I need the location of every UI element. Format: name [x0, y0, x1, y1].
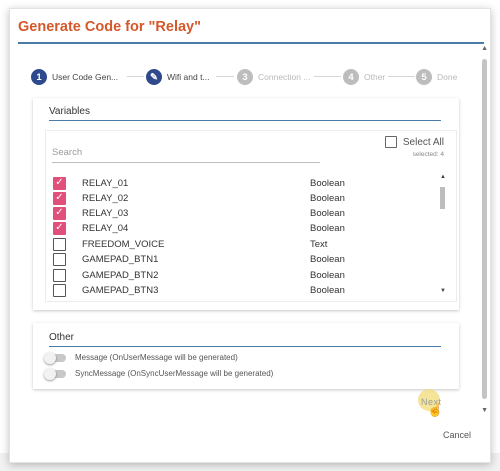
wizard-stepper: 1 User Code Gen... ✎ Wifi and t... 3 Con…: [23, 67, 463, 87]
variable-name: GAMEPAD_BTN1: [82, 254, 159, 265]
variable-row[interactable]: FREEDOM_VOICE Text: [53, 237, 433, 252]
toggle-track[interactable]: [44, 351, 66, 364]
variable-row[interactable]: GAMEPAD_BTN2 Boolean: [53, 268, 433, 283]
dialog-title: Generate Code for "Relay": [18, 19, 201, 35]
checkbox-icon[interactable]: [53, 253, 66, 266]
variable-row[interactable]: ✓ RELAY_03 Boolean: [53, 206, 433, 221]
checkbox-icon[interactable]: [53, 238, 66, 251]
dialog-scroll-down-icon[interactable]: ▼: [481, 407, 488, 414]
other-divider: [49, 346, 441, 347]
checked-checkbox-icon[interactable]: ✓: [53, 207, 66, 220]
variable-row[interactable]: ✓ RELAY_01 Boolean: [53, 176, 433, 191]
variables-scrollbar[interactable]: ▲ ▼: [439, 174, 446, 296]
variable-type: Boolean: [310, 208, 345, 219]
step-connection[interactable]: 3 Connection ...: [237, 67, 310, 87]
variable-type: Text: [310, 239, 328, 250]
variable-row[interactable]: ✓ RELAY_02 Boolean: [53, 191, 433, 206]
checkbox-icon: [384, 136, 397, 148]
step-connector: [314, 76, 341, 77]
variable-name: RELAY_03: [82, 208, 129, 219]
variable-row[interactable]: GAMEPAD_BTN1 Boolean: [53, 252, 433, 267]
variable-row[interactable]: GAMEPAD_BTN3 Boolean: [53, 283, 433, 298]
variables-section-title: Variables: [49, 106, 90, 117]
checkbox-icon[interactable]: [53, 284, 66, 297]
toggle-track[interactable]: [44, 367, 66, 380]
selected-count: selected: 4: [412, 151, 444, 158]
step-label: Connection ...: [258, 72, 311, 82]
step-done[interactable]: 5 Done: [416, 67, 457, 87]
variable-type: Boolean: [310, 270, 345, 281]
checked-checkbox-icon[interactable]: ✓: [53, 177, 66, 190]
toggle-knob[interactable]: [44, 367, 56, 380]
dialog-scrollbar-thumb[interactable]: [482, 59, 487, 399]
variable-type: Boolean: [310, 254, 345, 265]
search-input[interactable]: Search: [52, 147, 82, 158]
variable-row[interactable]: ✓ RELAY_04 Boolean: [53, 221, 433, 236]
step-label: User Code Gen...: [52, 72, 119, 82]
variables-panel: Search Select All selected: 4 ✓ RELAY_01…: [45, 130, 457, 302]
other-section-title: Other: [49, 332, 75, 343]
step-user-code[interactable]: 1 User Code Gen...: [31, 67, 118, 87]
step-connector: [127, 76, 144, 77]
message-toggle[interactable]: Message (OnUserMessage will be generated…: [44, 351, 238, 364]
step-label: Wifi and t...: [167, 72, 210, 82]
variables-divider: [49, 120, 441, 121]
variable-name: GAMEPAD_BTN2: [82, 270, 159, 281]
cancel-button[interactable]: Cancel: [443, 430, 471, 440]
checked-checkbox-icon[interactable]: ✓: [53, 222, 66, 235]
step-number-icon: 5: [416, 69, 432, 85]
step-wifi[interactable]: ✎ Wifi and t...: [146, 67, 210, 87]
variable-name: RELAY_04: [82, 223, 129, 234]
sync-message-toggle[interactable]: SyncMessage (OnSyncUserMessage will be g…: [44, 367, 274, 380]
toggle-label: SyncMessage (OnSyncUserMessage will be g…: [75, 369, 274, 378]
checked-checkbox-icon[interactable]: ✓: [53, 192, 66, 205]
variable-name: GAMEPAD_BTN3: [82, 285, 159, 296]
step-label: Other: [364, 72, 386, 82]
variable-name: RELAY_02: [82, 193, 129, 204]
title-divider: [18, 42, 484, 44]
step-number-icon: 1: [31, 69, 47, 85]
toggle-label: Message (OnUserMessage will be generated…: [75, 353, 238, 362]
step-label: Done: [437, 72, 458, 82]
variables-scrollbar-thumb[interactable]: [440, 187, 445, 209]
step-number-icon: 4: [343, 69, 359, 85]
select-all-label: Select All: [402, 136, 444, 148]
variable-type: Boolean: [310, 285, 345, 296]
variable-type: Boolean: [310, 223, 345, 234]
variable-type: Boolean: [310, 178, 345, 189]
step-connector: [388, 76, 415, 77]
step-number-icon: 3: [237, 69, 253, 85]
variable-type: Boolean: [310, 193, 345, 204]
variable-name: RELAY_01: [82, 178, 129, 189]
dialog-scroll-up-icon[interactable]: ▲: [481, 45, 488, 52]
search-underline: [52, 162, 320, 163]
edit-pencil-icon: ✎: [146, 69, 162, 85]
toggle-knob[interactable]: [44, 351, 56, 364]
select-all-checkbox[interactable]: Select All: [384, 136, 444, 148]
checkbox-icon[interactable]: [53, 269, 66, 282]
variable-name: FREEDOM_VOICE: [82, 239, 165, 250]
scroll-down-icon[interactable]: ▼: [440, 288, 446, 294]
step-other[interactable]: 4 Other: [343, 67, 385, 87]
hand-cursor-icon: ☝: [427, 402, 444, 417]
scroll-up-icon[interactable]: ▲: [440, 174, 446, 180]
step-connector: [216, 76, 234, 77]
